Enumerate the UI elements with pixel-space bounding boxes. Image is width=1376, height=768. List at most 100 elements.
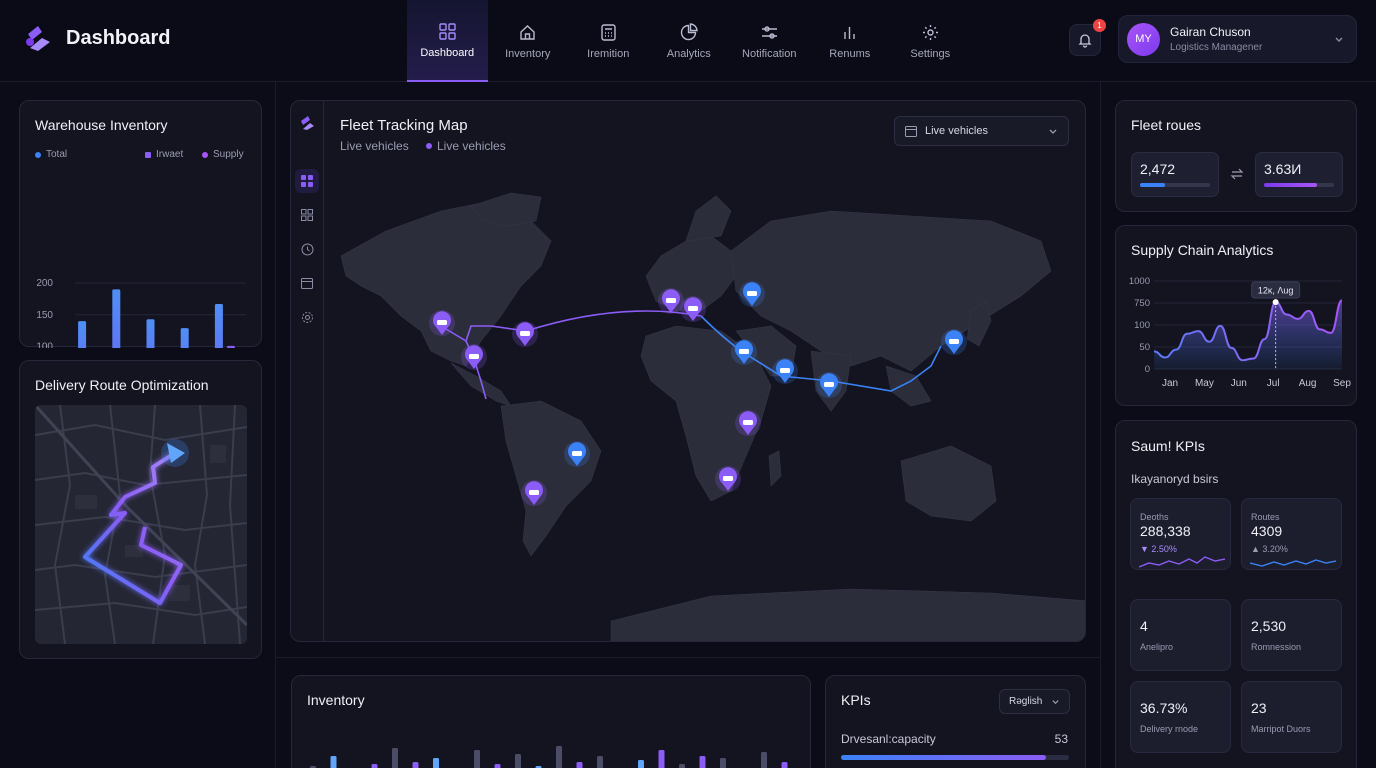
fleet-map-card: Fleet Tracking Map Live vehicles Live ve… <box>290 100 1086 642</box>
y-tick-label: 0 <box>1145 364 1150 375</box>
sliders-icon <box>761 25 777 39</box>
vehicle-marker[interactable] <box>461 344 487 370</box>
nav-item-notification[interactable]: Notification <box>729 0 810 82</box>
main-nav: Dashboard Inventory Iremition Analytics Noti… <box>407 0 971 82</box>
inventory-bar[interactable] <box>761 752 767 768</box>
vehicle-marker[interactable] <box>941 329 967 355</box>
car-icon <box>723 476 733 481</box>
nav-item-settings[interactable]: Settings <box>890 0 971 82</box>
y-tick-label: 200 <box>36 278 53 289</box>
chevron-down-icon <box>1335 37 1343 42</box>
inventory-bar[interactable] <box>412 762 419 768</box>
inventory-bar[interactable] <box>392 748 398 768</box>
y-tick-label: 750 <box>1134 298 1150 309</box>
car-icon <box>743 420 753 425</box>
tooltip-text: 12ĸ, Λug <box>1258 286 1294 296</box>
nav-label: Analytics <box>666 47 711 60</box>
progress-track <box>841 755 1069 760</box>
inventory-bar[interactable] <box>556 746 562 768</box>
y-tick-label: 100 <box>36 342 53 349</box>
kpi-value: 4 <box>1140 618 1148 634</box>
kpi-value: 2,530 <box>1251 618 1287 634</box>
kpi-value: 36.73% <box>1140 700 1188 716</box>
swap-icon[interactable] <box>1230 167 1244 181</box>
inventory-bar[interactable] <box>494 764 501 768</box>
inventory-bar[interactable] <box>638 760 644 768</box>
column-divider <box>1100 82 1101 768</box>
vehicle-marker[interactable] <box>564 441 590 467</box>
inventory-bar[interactable] <box>330 756 337 768</box>
inventory-bar[interactable] <box>371 764 378 768</box>
user-menu[interactable]: MY Gairan Chuson Logistics Managener <box>1118 15 1357 63</box>
bar-total[interactable] <box>146 319 155 348</box>
inventory-bar-chart <box>310 746 788 768</box>
vehicle-marker[interactable] <box>429 310 455 336</box>
vehicle-marker[interactable] <box>715 466 741 492</box>
inventory-bar[interactable] <box>699 756 706 768</box>
y-tick-label: 150 <box>36 310 53 321</box>
bar-total[interactable] <box>78 321 87 348</box>
vehicle-marker[interactable] <box>735 410 761 436</box>
car-icon <box>739 349 749 354</box>
inventory-bar[interactable] <box>781 762 788 768</box>
kpi-tile[interactable]: Routes 4309 ▲ 3.20% <box>1241 498 1342 570</box>
inventory-bar[interactable] <box>658 750 665 768</box>
world-map[interactable] <box>291 101 1086 642</box>
chevron-down-icon <box>1052 700 1059 705</box>
app-title: Dashboard <box>66 26 171 49</box>
kpi-tile[interactable]: 2,530 Romnession <box>1241 599 1342 671</box>
bars-icon <box>844 26 855 39</box>
nav-label: Settings <box>910 47 951 60</box>
y-tick-label: 100 <box>1134 320 1150 331</box>
inventory-bar[interactable] <box>474 750 480 768</box>
inventory-bar[interactable] <box>515 754 521 768</box>
kpi-tile[interactable]: 23 Marripot Duors <box>1241 681 1342 753</box>
nav-item-iremition[interactable]: Iremition <box>568 0 649 82</box>
nav-item-inventory[interactable]: Inventory <box>488 0 569 82</box>
inventory-bar[interactable] <box>720 758 726 768</box>
bar-total[interactable] <box>112 289 121 348</box>
avatar: MY <box>1127 22 1160 56</box>
vehicle-marker[interactable] <box>512 321 538 347</box>
bar-total[interactable] <box>180 328 189 348</box>
nav-item-renums[interactable]: Renums <box>810 0 891 82</box>
inventory-bar[interactable] <box>433 758 439 768</box>
data-point[interactable] <box>1272 299 1279 306</box>
language-select[interactable]: Rəglish <box>999 689 1070 714</box>
vehicle-marker[interactable] <box>521 480 547 506</box>
stat-value: 2,472 <box>1140 161 1176 177</box>
route-map[interactable] <box>35 405 247 644</box>
y-tick-label: 1000 <box>1129 276 1150 287</box>
kpi-value: 288,338 <box>1140 523 1191 539</box>
kpi-label: Marripot Duors <box>1251 724 1311 734</box>
car-icon <box>520 331 530 336</box>
inventory-bar[interactable] <box>679 764 685 768</box>
vehicle-marker[interactable] <box>772 358 798 384</box>
nav-item-dashboard[interactable]: Dashboard <box>407 0 488 82</box>
nav-item-analytics[interactable]: Analytics <box>649 0 730 82</box>
car-icon <box>666 298 676 303</box>
kpi-tile[interactable]: 36.73% Delivery rnode <box>1130 681 1231 753</box>
progress-track <box>1264 183 1334 187</box>
vehicle-marker[interactable] <box>816 372 842 398</box>
inventory-bar[interactable] <box>597 756 603 768</box>
vehicle-marker[interactable] <box>680 296 706 322</box>
bar-total[interactable] <box>214 303 223 348</box>
x-tick-label: Jan <box>1162 378 1178 389</box>
warehouse-bar-chart: 200150100500MovMmSulSovSep <box>36 278 246 349</box>
x-tick-label: Sep <box>1333 378 1351 389</box>
car-icon <box>572 451 582 456</box>
supply-chain-area-chart: 1000 750 100 50 0 12ĸ, Λug Jan May Jun Jul Aug Sep <box>1129 276 1351 389</box>
kpi-tile[interactable]: 4 Anelipro <box>1130 599 1231 671</box>
kpi-tile[interactable]: Deoths 288,338 ▼ 2.50% <box>1130 498 1231 570</box>
notifications-button[interactable]: 1 <box>1069 19 1106 56</box>
card-title: Fleet roues <box>1131 117 1202 133</box>
fleet-stat-a: 2,472 <box>1131 152 1219 197</box>
vehicle-marker[interactable] <box>731 339 757 365</box>
brand[interactable]: Dashboard <box>24 24 170 52</box>
inventory-bar[interactable] <box>576 762 583 768</box>
progress-fill <box>841 755 1047 760</box>
vehicle-marker[interactable] <box>739 281 765 307</box>
progress-track <box>1140 183 1210 187</box>
bar-irwaet[interactable] <box>226 345 235 348</box>
